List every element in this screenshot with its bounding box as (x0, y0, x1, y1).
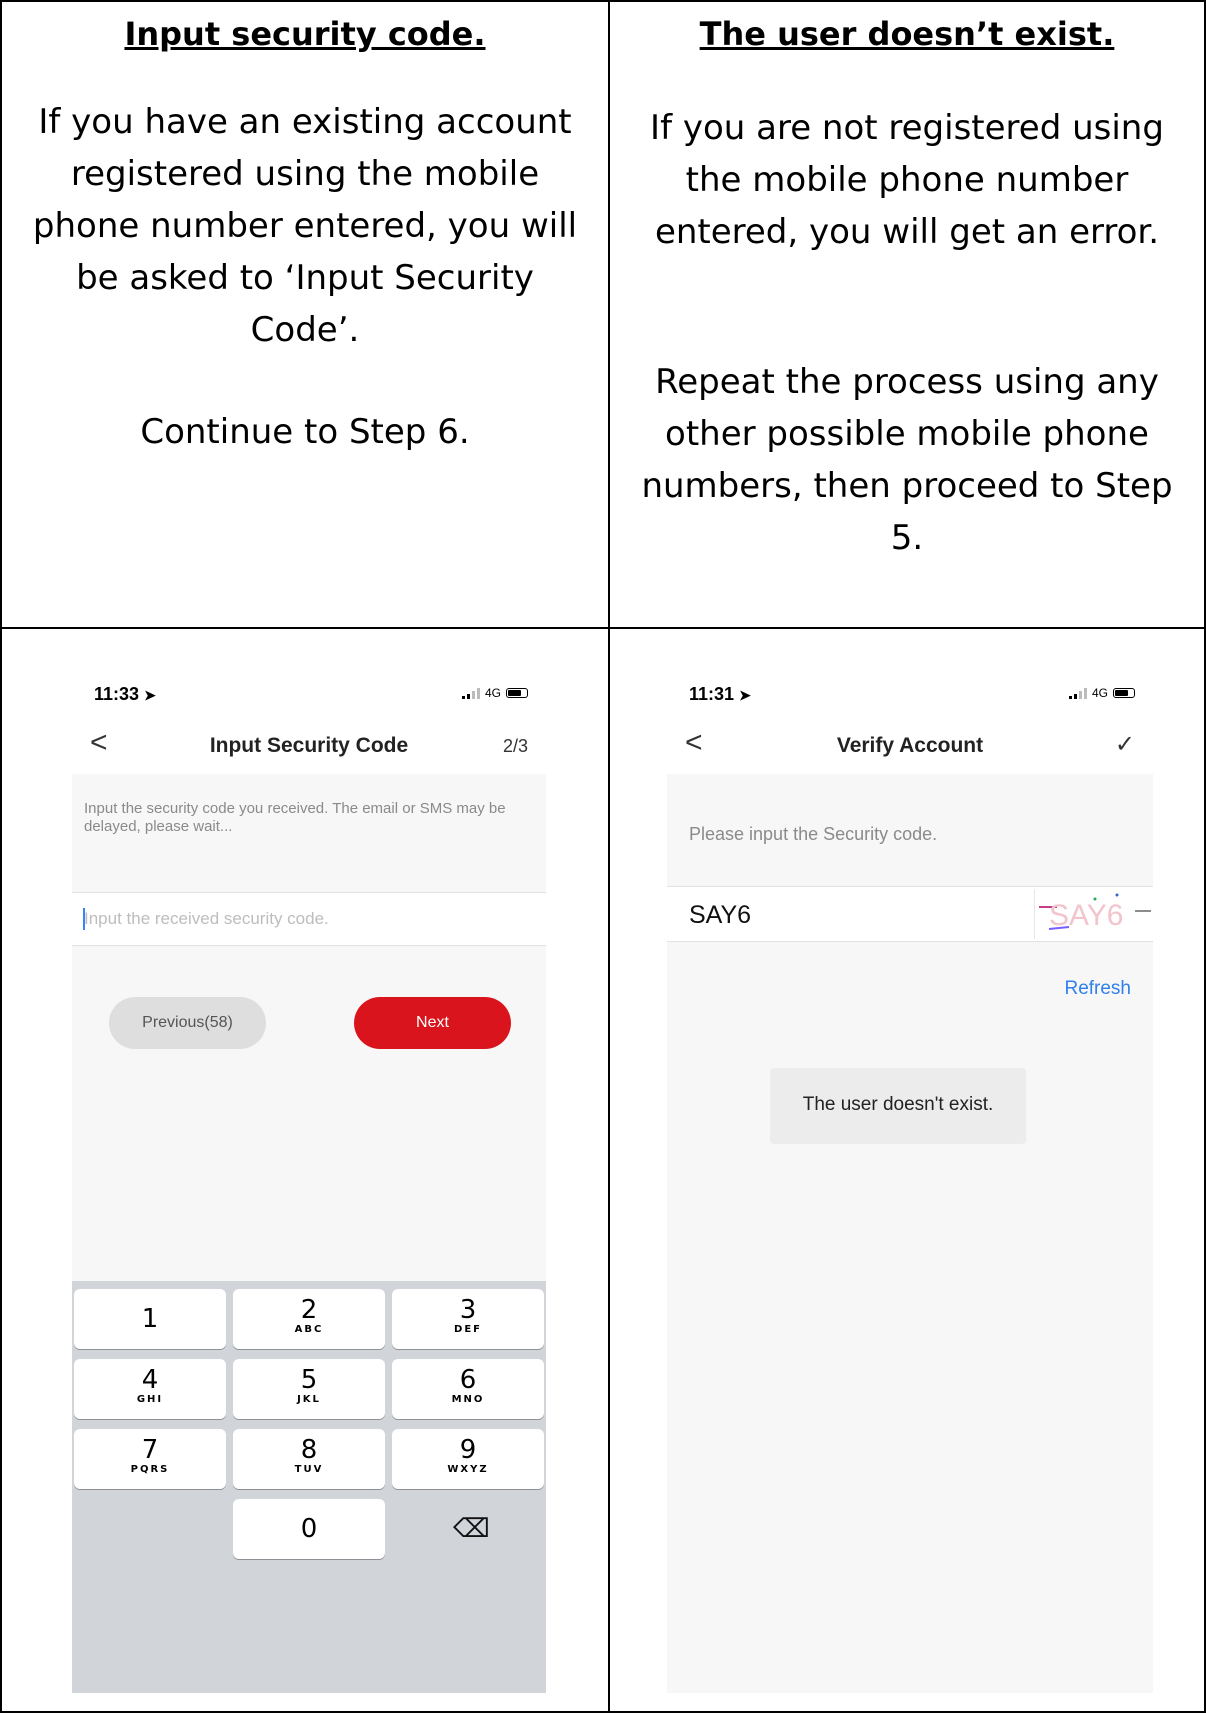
key-1[interactable]: 1 (74, 1289, 226, 1349)
security-code-hint: Input the security code you received. Th… (84, 800, 506, 835)
captcha-graphic: SAY6 (1039, 893, 1151, 932)
security-code-field[interactable]: SAY6 SAY6 (667, 886, 1153, 942)
key-2[interactable]: 2 ABC (233, 1289, 385, 1349)
nav-bar: < Input Security Code 2/3 (72, 718, 546, 774)
error-toast: The user doesn't exist. (770, 1068, 1026, 1144)
instruction-table: Input security code. If you have an exis… (0, 0, 1206, 1713)
status-time: 11:31 ➤ (689, 684, 751, 704)
captcha-text: SAY6 (1049, 899, 1124, 932)
key-0[interactable]: 0 (233, 1499, 385, 1559)
signal-icon (1068, 687, 1087, 699)
security-code-input[interactable]: Input the received security code. (72, 892, 546, 946)
battery-icon (1113, 688, 1135, 698)
key-8[interactable]: 8 TUV (233, 1429, 385, 1489)
table-divider-horizontal (0, 627, 1206, 629)
step-counter: 2/3 (502, 736, 528, 756)
right-text-cell: The user doesn’t exist. If you are not r… (610, 14, 1204, 564)
next-button[interactable]: Next (354, 997, 511, 1049)
location-arrow-icon: ➤ (144, 687, 156, 703)
refresh-link[interactable]: Refresh (1064, 978, 1131, 1000)
left-text-cell: Input security code. If you have an exis… (2, 14, 608, 458)
security-code-placeholder: Input the received security code. (84, 909, 329, 928)
security-code-hint: Please input the Security code. (689, 824, 938, 844)
error-message: The user doesn't exist. (802, 1094, 994, 1115)
status-indicators: 4G (461, 686, 528, 700)
key-4[interactable]: 4 GHI (74, 1359, 226, 1419)
signal-icon (461, 687, 480, 699)
table-border-top (0, 0, 1206, 2)
status-bar: 11:33 ➤ 4G (72, 668, 546, 718)
status-time: 11:33 ➤ (94, 684, 156, 704)
captcha-image[interactable]: SAY6 (1034, 889, 1153, 939)
nav-bar: < Verify Account ✓ (667, 718, 1153, 774)
right-heading: The user doesn’t exist. (699, 15, 1115, 53)
key-5[interactable]: 5 JKL (233, 1359, 385, 1419)
right-paragraph-2: Repeat the process using any other possi… (641, 362, 1173, 558)
location-arrow-icon: ➤ (739, 687, 751, 703)
battery-icon (506, 688, 528, 698)
phone-screenshot-verify-account: 11:31 ➤ 4G < Verify Account ✓ Please inp… (667, 668, 1153, 1693)
key-6[interactable]: 6 MNO (392, 1359, 544, 1419)
network-type: 4G (484, 686, 501, 700)
numeric-keypad: 1 2 ABC 3 DEF 4 GHI 5 JKL 6 MNO 7 PQRS 8 TUV 9W… (72, 1281, 546, 1693)
key-7[interactable]: 7 PQRS (74, 1429, 226, 1489)
key-3[interactable]: 3 DEF (392, 1289, 544, 1349)
delete-key-icon[interactable]: ⌫ (453, 1513, 490, 1544)
left-paragraph-1: If you have an existing account register… (32, 102, 578, 350)
security-code-value: SAY6 (689, 901, 752, 929)
left-paragraph-2: Continue to Step 6. (140, 412, 470, 452)
checkmark-icon[interactable]: ✓ (1115, 730, 1135, 759)
key-9[interactable]: 9 WXYZ (392, 1429, 544, 1489)
network-type: 4G (1091, 686, 1108, 700)
page-title: Verify Account (836, 734, 984, 757)
page-title: Input Security Code (209, 734, 409, 757)
phone-screenshot-input-security-code: 11:33 ➤ 4G < Input Security Code 2/3 Inp… (72, 668, 546, 1693)
previous-button[interactable]: Previous(58) (109, 997, 266, 1049)
left-heading: Input security code. (124, 15, 486, 53)
status-bar: 11:31 ➤ 4G (667, 668, 1153, 718)
right-paragraph-1: If you are not registered using the mobi… (650, 108, 1164, 252)
status-indicators: 4G (1068, 686, 1135, 700)
